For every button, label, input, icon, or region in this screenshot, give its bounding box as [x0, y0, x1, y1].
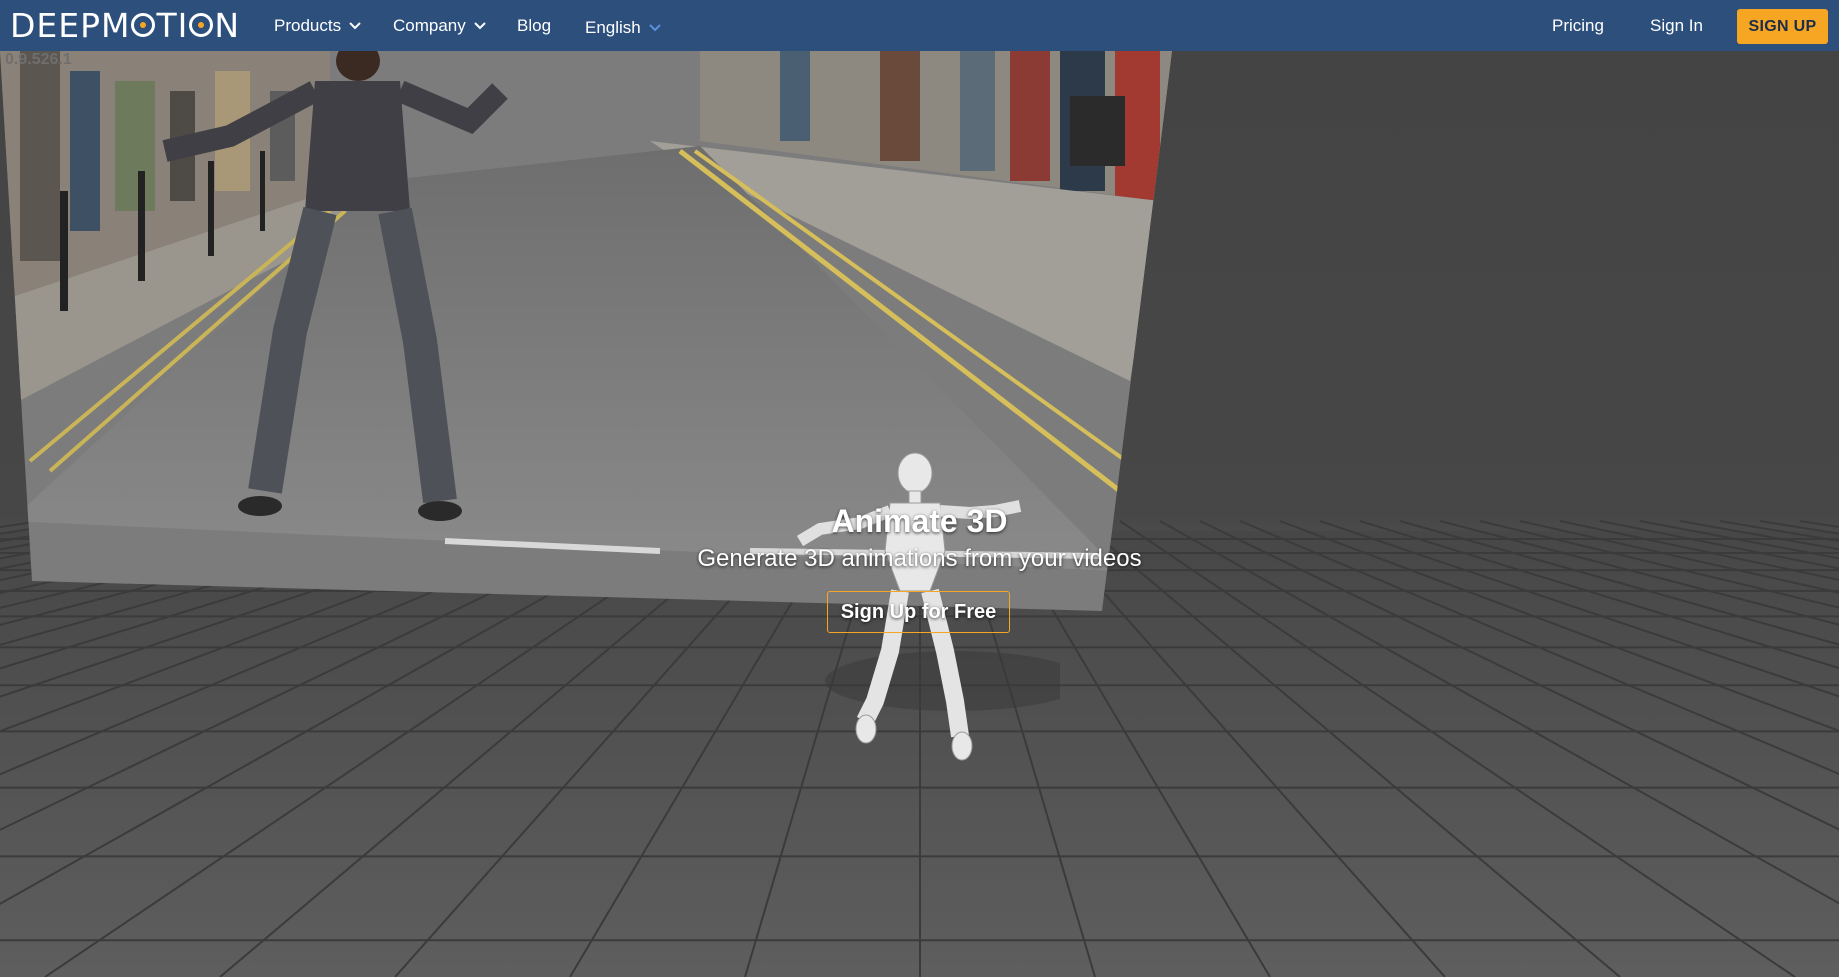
- hero-title: Animate 3D: [831, 503, 1008, 539]
- logo-o-icon-2: [189, 13, 214, 37]
- logo-text: DEEPM: [10, 5, 131, 45]
- nav-pricing[interactable]: Pricing: [1552, 0, 1604, 51]
- sign-in-link[interactable]: Sign In: [1650, 0, 1703, 51]
- chevron-down-icon: [474, 21, 486, 30]
- language-select[interactable]: English: [585, 2, 661, 53]
- top-navbar: DEEPM TI N Products Company Blog English P…: [0, 0, 1839, 51]
- nav-company-label: Company: [393, 15, 466, 35]
- nav-company[interactable]: Company: [393, 0, 486, 51]
- chevron-down-icon: [349, 21, 361, 30]
- logo-o-icon: [131, 13, 156, 37]
- sign-in-label: Sign In: [1650, 15, 1703, 35]
- language-label: English: [585, 17, 641, 37]
- chevron-down-icon: [649, 23, 661, 32]
- sign-up-button[interactable]: SIGN UP: [1737, 9, 1828, 44]
- logo-text-3: N: [214, 5, 241, 45]
- nav-pricing-label: Pricing: [1552, 15, 1604, 35]
- sign-up-free-button[interactable]: Sign Up for Free: [827, 591, 1010, 633]
- nav-blog[interactable]: Blog: [517, 0, 551, 51]
- hero-subtitle: Generate 3D animations from your videos: [697, 545, 1142, 572]
- nav-products[interactable]: Products: [274, 0, 361, 51]
- deepmotion-logo[interactable]: DEEPM TI N: [10, 5, 241, 45]
- version-label: 0.9.526.1: [5, 51, 72, 68]
- nav-blog-label: Blog: [517, 15, 552, 35]
- logo-text-2: TI: [156, 5, 189, 45]
- nav-products-label: Products: [274, 15, 342, 35]
